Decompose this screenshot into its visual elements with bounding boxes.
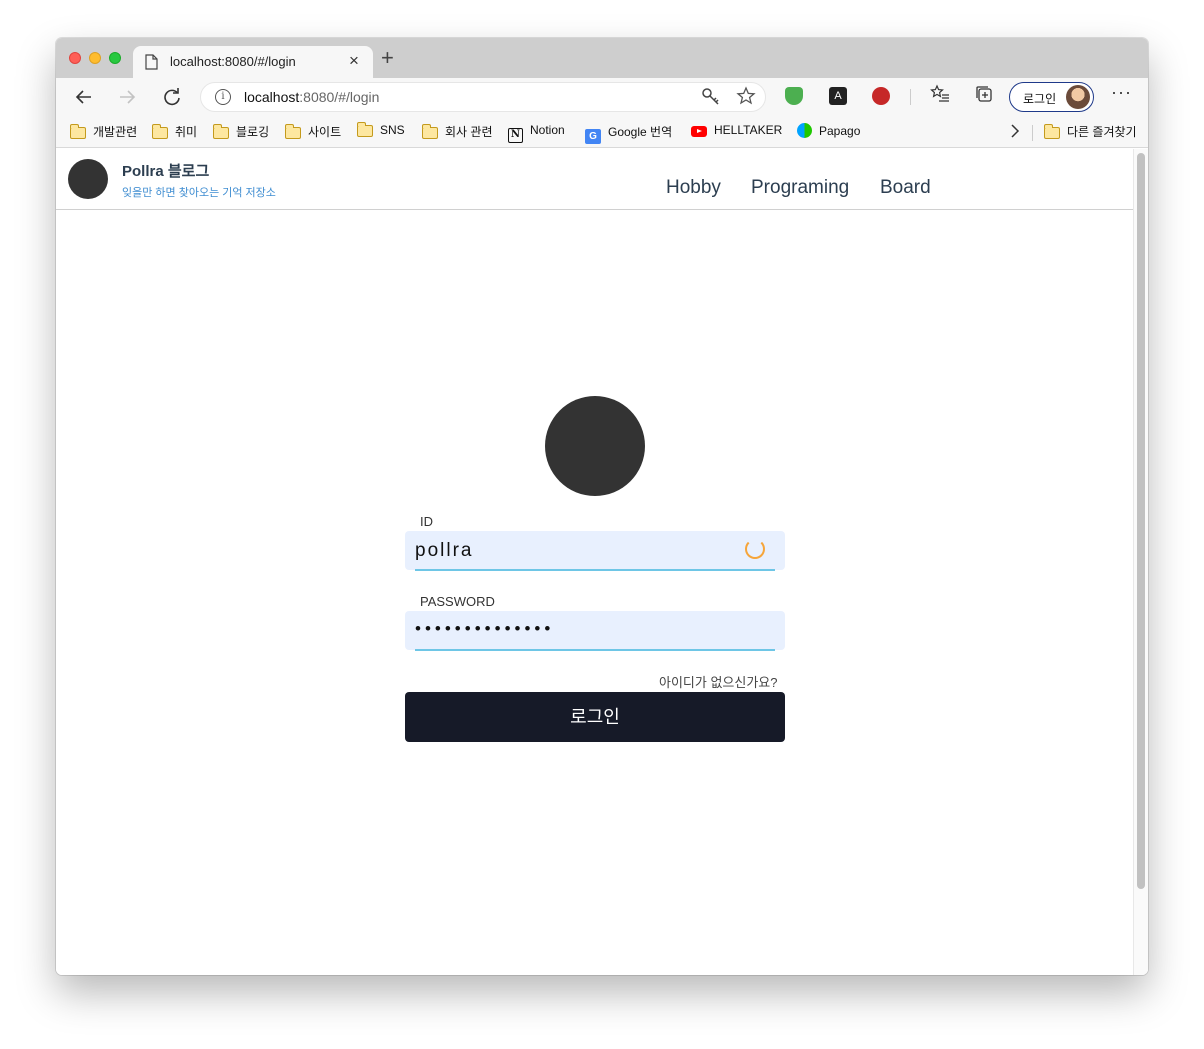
minimize-window-button[interactable] [89, 52, 101, 64]
folder-icon [357, 122, 373, 137]
new-tab-button[interactable]: + [381, 47, 394, 69]
bookmark-google-translate[interactable]: G Google 번역 [585, 123, 673, 144]
info-icon[interactable]: i [215, 89, 231, 105]
tab-title: localhost:8080/#/login [170, 54, 296, 69]
close-tab-icon[interactable]: × [349, 51, 359, 71]
arrow-right-icon [120, 90, 136, 104]
bookmark-label: 다른 즐겨찾기 [1067, 125, 1137, 139]
site-logo[interactable] [68, 159, 108, 199]
arrow-left-icon [75, 90, 91, 104]
bookmark-label: Papago [819, 124, 861, 138]
page-viewport: Pollra 블로그 잊을만 하면 찾아오는 기억 저장소 Hobby Prog… [56, 149, 1148, 975]
bookmark-label: 개발관련 [93, 125, 138, 139]
bookmark-folder-company[interactable]: 회사 관련 [422, 123, 493, 141]
folder-icon [152, 124, 168, 139]
folder-icon [285, 124, 301, 139]
collections-icon[interactable] [974, 84, 994, 104]
bookmark-helltaker[interactable]: HELLTAKER [691, 123, 782, 141]
nav-board[interactable]: Board [880, 177, 931, 199]
folder-icon [213, 124, 229, 139]
folder-icon [70, 124, 86, 139]
folder-icon [422, 124, 438, 139]
bookmarks-bar: 개발관련 취미 블로깅 사이트 SNS 회사 관련 N Notion G Googl… [56, 116, 1148, 148]
address-host: localhost [244, 89, 300, 105]
bookmark-label: 사이트 [308, 125, 342, 139]
id-value: pollra [415, 540, 474, 561]
favorites-icon[interactable] [930, 84, 950, 104]
bookmark-label: Notion [530, 123, 565, 137]
id-underline [415, 569, 775, 571]
bookmark-label: 회사 관련 [445, 125, 493, 139]
reload-icon [164, 88, 180, 106]
forward-button[interactable] [114, 84, 140, 110]
bookmark-folder-blogging[interactable]: 블로깅 [213, 123, 269, 141]
key-icon[interactable] [701, 87, 721, 107]
reload-button[interactable] [159, 84, 185, 110]
id-label: ID [420, 514, 433, 529]
nav-hobby[interactable]: Hobby [666, 177, 721, 199]
document-icon [145, 54, 158, 70]
bookmark-label: HELLTAKER [714, 123, 783, 137]
bookmark-label: 취미 [175, 125, 198, 139]
scrollbar-thumb[interactable] [1137, 153, 1145, 889]
login-button[interactable]: 로그인 [405, 692, 785, 742]
bookmark-folder-dev[interactable]: 개발관련 [70, 123, 137, 141]
bookmark-folder-sites[interactable]: 사이트 [285, 123, 341, 141]
profile-button[interactable]: 로그인 [1009, 82, 1094, 112]
bookmark-label: 블로깅 [236, 125, 270, 139]
star-icon[interactable] [736, 86, 756, 106]
bookmark-label: SNS [380, 123, 405, 137]
bookmark-label: Google 번역 [608, 125, 673, 139]
zoom-window-button[interactable] [109, 52, 121, 64]
a-extension-icon[interactable]: A [829, 87, 847, 105]
password-field[interactable]: •••••••••••••• [405, 611, 785, 651]
shield-extension-icon[interactable] [785, 87, 803, 105]
tab-bar: localhost:8080/#/login × + [56, 38, 1148, 78]
nav-programing[interactable]: Programing [751, 177, 849, 199]
back-button[interactable] [71, 84, 97, 110]
bookmark-notion[interactable]: N Notion [508, 123, 565, 143]
address-path: :8080/#/login [299, 89, 380, 105]
google-translate-icon: G [585, 129, 601, 144]
browser-window: localhost:8080/#/login × + i localhost:8… [56, 38, 1148, 975]
bookmark-folder-sns[interactable]: SNS [357, 122, 405, 141]
id-field[interactable]: pollra [405, 531, 785, 571]
profile-label: 로그인 [1023, 92, 1057, 106]
chevron-right-icon[interactable] [1008, 121, 1022, 141]
password-underline [415, 649, 775, 651]
bookmark-papago[interactable]: Papago [797, 123, 860, 141]
bookmarks-divider [1032, 125, 1033, 141]
red-extension-icon[interactable] [872, 87, 890, 105]
browser-toolbar: i localhost:8080/#/login A 로그인 ··· [56, 78, 1148, 116]
login-avatar [545, 396, 645, 496]
loading-spinner-icon [745, 539, 765, 559]
tab-login[interactable]: localhost:8080/#/login × [133, 46, 373, 78]
youtube-icon [691, 126, 707, 137]
address-text[interactable]: localhost:8080/#/login [244, 89, 379, 105]
site-subtitle: 잊을만 하면 찾아오는 기억 저장소 [122, 187, 276, 199]
folder-icon [1044, 124, 1060, 139]
close-window-button[interactable] [69, 52, 81, 64]
notion-icon: N [508, 128, 523, 143]
other-bookmarks[interactable]: 다른 즐겨찾기 [1044, 123, 1137, 141]
papago-icon [797, 123, 812, 138]
profile-avatar [1066, 85, 1090, 109]
site-header: Pollra 블로그 잊을만 하면 찾아오는 기억 저장소 Hobby Prog… [56, 149, 1133, 210]
signup-link[interactable]: 아이디가 없으신가요? [659, 672, 777, 691]
more-menu-icon[interactable]: ··· [1111, 82, 1132, 103]
toolbar-divider [910, 89, 911, 105]
bookmark-folder-hobby[interactable]: 취미 [152, 123, 197, 141]
site-title[interactable]: Pollra 블로그 [122, 160, 209, 181]
password-label: PASSWORD [420, 594, 495, 609]
address-bar[interactable]: i localhost:8080/#/login [200, 82, 766, 112]
password-value: •••••••••••••• [415, 619, 555, 638]
